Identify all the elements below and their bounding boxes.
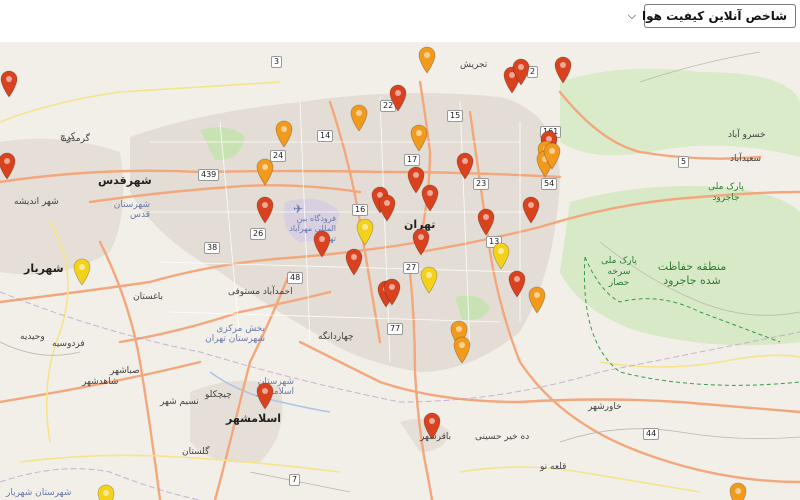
road-shield: 23 [473, 178, 490, 190]
aqi-station-marker[interactable] [453, 336, 471, 364]
top-bar: شاخص آنلاین کیفیت هوا ⌵ [0, 0, 800, 42]
place-label: گرمدره [62, 134, 90, 144]
road-shield: 7 [289, 474, 301, 486]
aqi-select-label: شاخص آنلاین کیفیت هوا [642, 9, 787, 23]
aqi-layer-select[interactable]: شاخص آنلاین کیفیت هوا ⌵ [628, 4, 796, 28]
place-label: نسیم شهر [160, 397, 199, 407]
aqi-station-marker[interactable] [492, 242, 510, 270]
aqi-station-marker[interactable] [350, 104, 368, 132]
aqi-station-marker[interactable] [345, 248, 363, 276]
road-shield: 26 [250, 228, 267, 240]
aqi-station-marker[interactable] [543, 142, 561, 170]
aqi-station-marker[interactable] [528, 286, 546, 314]
road-shield: 17 [404, 154, 421, 166]
place-label: تجریش [460, 60, 488, 70]
place-label: سعیدآباد [730, 154, 762, 164]
aqi-station-marker[interactable] [512, 58, 530, 86]
map-view[interactable]: تهران شهرقدس شهریار اسلامشهر باقرشهر کرج… [0, 42, 800, 500]
aqi-station-marker[interactable] [423, 412, 441, 440]
county-label: شهرستان شهریار [6, 488, 72, 498]
aqi-station-marker[interactable] [275, 120, 293, 148]
place-label: خاورشهر [588, 402, 622, 412]
aqi-station-marker[interactable] [418, 46, 436, 74]
aqi-station-marker[interactable] [0, 70, 18, 98]
road-shield: 15 [447, 110, 464, 122]
park-label: پارک ملی جاجرود [708, 182, 744, 203]
aqi-station-marker[interactable] [97, 484, 115, 500]
road-shield: 16 [352, 204, 369, 216]
aqi-station-marker[interactable] [356, 218, 374, 246]
road-shield: 439 [198, 169, 220, 181]
aqi-station-marker[interactable] [729, 482, 747, 500]
place-label: چیچکلو [205, 390, 232, 400]
aqi-station-marker[interactable] [522, 196, 540, 224]
park-label: پارک ملی سرخه حصار [601, 256, 637, 288]
aqi-station-marker[interactable] [0, 152, 16, 180]
protected-area-label: منطقه حفاظت شده جاجرود [657, 260, 727, 287]
place-label: باغستان [133, 292, 164, 302]
place-label: وحیدیه [20, 332, 45, 342]
place-label: شهر اندیشه [14, 197, 59, 207]
aqi-station-marker[interactable] [477, 208, 495, 236]
place-label: صباشهر [110, 366, 140, 376]
aqi-station-marker[interactable] [508, 270, 526, 298]
aqi-station-marker[interactable] [383, 278, 401, 306]
road-shield: 54 [541, 178, 558, 190]
road-shield: 48 [287, 272, 304, 284]
place-label: ده خیر حسینی [475, 432, 530, 442]
place-label: اسلامشهر [226, 412, 282, 425]
road-shield: 38 [204, 242, 221, 254]
aqi-station-marker[interactable] [73, 258, 91, 286]
aqi-station-marker[interactable] [256, 196, 274, 224]
aqi-station-marker[interactable] [410, 124, 428, 152]
place-label: شهریار [24, 262, 64, 275]
place-label: قلعه نو [540, 462, 567, 472]
county-label: شهرستان قدس [113, 200, 150, 220]
aqi-station-marker[interactable] [420, 266, 438, 294]
road-shield: 77 [387, 323, 404, 335]
place-label: شهرقدس [98, 174, 152, 187]
road-shield: 3 [271, 56, 283, 68]
road-shield: 27 [403, 262, 420, 274]
aqi-station-marker[interactable] [554, 56, 572, 84]
aqi-station-marker[interactable] [256, 158, 274, 186]
road-shield: 14 [317, 130, 334, 142]
aqi-station-marker[interactable] [421, 184, 439, 212]
airport-icon: ✈ [293, 202, 304, 216]
aqi-station-marker[interactable] [313, 230, 331, 258]
place-label: خسرو آباد [728, 130, 766, 140]
place-label: گلستان [182, 447, 210, 457]
place-label: شاهدشهر [82, 377, 119, 387]
aqi-station-marker[interactable] [256, 382, 274, 410]
road-shield: 44 [643, 428, 660, 440]
aqi-station-marker[interactable] [456, 152, 474, 180]
place-label: احمدآباد مستوفی [228, 287, 293, 297]
aqi-station-marker[interactable] [389, 84, 407, 112]
aqi-station-marker[interactable] [412, 228, 430, 256]
aqi-station-marker[interactable] [378, 194, 396, 222]
place-label: فردوسیه [52, 339, 85, 349]
county-label: بخش مرکزی شهرستان تهران [205, 324, 265, 344]
road-shield: 5 [678, 156, 690, 168]
place-label: چهاردانگه [318, 332, 354, 342]
chevron-down-icon: ⌵ [627, 9, 637, 22]
